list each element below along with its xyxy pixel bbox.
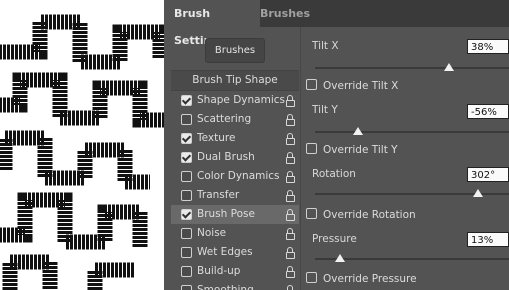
panel-divider [300, 27, 301, 290]
option-color-dynamics[interactable]: Color Dynamics [171, 167, 299, 186]
canvas-area[interactable] [0, 0, 164, 290]
option-brush-tip-shape[interactable]: Brush Tip Shape [171, 70, 299, 91]
checkbox[interactable] [181, 133, 192, 144]
override-tilt-x-label: Override Tilt X [323, 80, 399, 92]
option-label: Brush Pose [197, 208, 255, 220]
option-shape-dynamics[interactable]: Shape Dynamics [171, 91, 299, 110]
override-pressure-label: Override Pressure [323, 273, 417, 285]
lock-icon[interactable] [286, 152, 295, 164]
tilt-y-label: Tilt Y [312, 104, 338, 116]
option-noise[interactable]: Noise [171, 224, 299, 243]
option-dual-brush[interactable]: Dual Brush [171, 148, 299, 167]
checkbox[interactable] [306, 79, 317, 90]
option-transfer[interactable]: Transfer [171, 186, 299, 205]
tilt-y-slider-track[interactable] [315, 131, 509, 133]
rotation-value-field[interactable]: 302° [467, 167, 509, 182]
override-tilt-x[interactable]: Override Tilt X [306, 79, 398, 92]
option-scattering[interactable]: Scattering [171, 110, 299, 129]
lock-icon[interactable] [286, 133, 295, 145]
option-brush-pose[interactable]: Brush Pose [171, 205, 299, 224]
lock-icon[interactable] [286, 95, 295, 107]
tab-brush-settings[interactable]: Brush Settings [164, 0, 260, 47]
lock-icon[interactable] [286, 190, 295, 202]
option-label: Wet Edges [197, 246, 253, 258]
lock-icon[interactable] [286, 209, 295, 221]
tilt-x-slider-track[interactable] [315, 67, 509, 69]
option-label: Smoothing [197, 284, 254, 290]
checkbox[interactable] [181, 228, 192, 239]
lock-icon[interactable] [286, 266, 295, 278]
brush-stroke-preview [0, 14, 164, 290]
option-label: Scattering [197, 113, 252, 125]
tilt-x-label: Tilt X [312, 40, 339, 52]
tab-bar: Brush Settings Brushes [164, 0, 509, 47]
option-wet-edges[interactable]: Wet Edges [171, 243, 299, 262]
option-label: Texture [197, 132, 236, 144]
tilt-y-slider-thumb[interactable] [352, 127, 363, 135]
pressure-value-field[interactable]: 13% [467, 232, 509, 247]
checkbox[interactable] [306, 272, 317, 283]
checkbox[interactable] [181, 152, 192, 163]
override-rotation-label: Override Rotation [323, 209, 416, 221]
checkbox[interactable] [181, 285, 192, 290]
brushes-button[interactable]: Brushes [205, 38, 265, 63]
pressure-slider-thumb[interactable] [335, 254, 346, 262]
override-tilt-y-label: Override Tilt Y [323, 144, 398, 156]
checkbox[interactable] [181, 190, 192, 201]
option-smoothing[interactable]: Smoothing [171, 281, 299, 290]
lock-icon[interactable] [286, 114, 295, 126]
option-label: Noise [197, 227, 227, 239]
rotation-slider-thumb[interactable] [472, 189, 483, 197]
lock-icon[interactable] [286, 285, 294, 290]
checkbox[interactable] [181, 247, 192, 258]
rotation-label: Rotation [312, 168, 356, 180]
checkbox[interactable] [181, 171, 192, 182]
lock-icon[interactable] [286, 247, 295, 259]
checkbox[interactable] [306, 208, 317, 219]
option-texture[interactable]: Texture [171, 129, 299, 148]
tab-brushes[interactable]: Brushes [250, 0, 320, 27]
brush-settings-panel: Brush Settings Brushes Brushes Brush Tip… [164, 0, 509, 290]
checkbox[interactable] [181, 209, 192, 220]
option-label: Build-up [197, 265, 241, 277]
option-label: Shape Dynamics [197, 94, 285, 106]
option-label: Brush Tip Shape [192, 74, 278, 86]
checkbox[interactable] [181, 114, 192, 125]
option-label: Dual Brush [197, 151, 255, 163]
brush-options-list: Brush Tip Shape Shape Dynamics Scatterin… [171, 70, 299, 290]
checkbox[interactable] [181, 95, 192, 106]
tilt-x-slider-thumb[interactable] [443, 63, 454, 71]
lock-icon[interactable] [286, 228, 295, 240]
lock-icon[interactable] [286, 171, 295, 183]
override-pressure[interactable]: Override Pressure [306, 272, 417, 285]
checkbox[interactable] [306, 143, 317, 154]
checkbox[interactable] [181, 266, 192, 277]
override-rotation[interactable]: Override Rotation [306, 208, 416, 221]
tilt-y-value-field[interactable]: -56% [467, 104, 509, 119]
override-tilt-y[interactable]: Override Tilt Y [306, 143, 398, 156]
option-label: Color Dynamics [197, 170, 280, 182]
option-label: Transfer [197, 189, 240, 201]
tilt-x-value-field[interactable]: 38% [467, 39, 509, 54]
pressure-label: Pressure [312, 233, 357, 245]
option-build-up[interactable]: Build-up [171, 262, 299, 281]
